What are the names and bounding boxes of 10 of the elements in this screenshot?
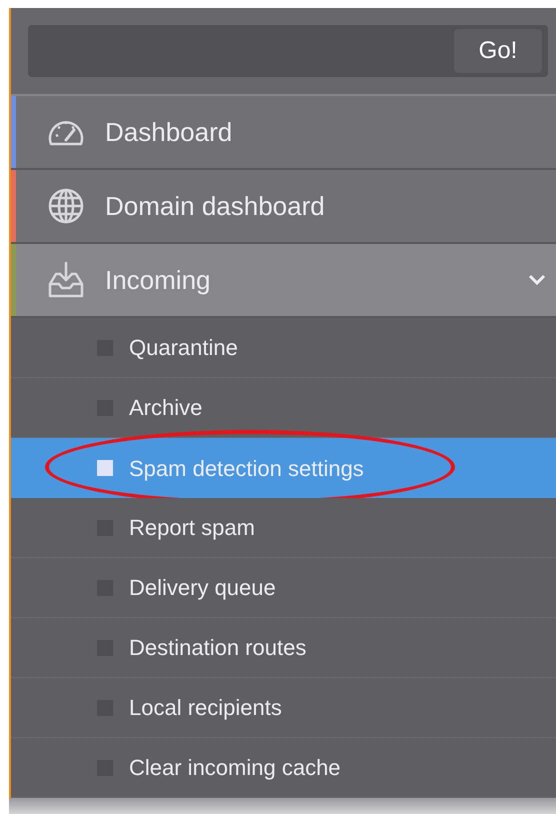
globe-icon bbox=[46, 186, 86, 226]
menu-item[interactable]: Incoming bbox=[11, 244, 556, 318]
bullet-square-icon bbox=[97, 460, 113, 476]
go-button[interactable]: Go! bbox=[454, 29, 542, 73]
search-field[interactable]: Go! bbox=[28, 25, 548, 77]
inbox-download-icon bbox=[46, 260, 86, 300]
menu-item[interactable]: Dashboard bbox=[11, 96, 556, 170]
chevron-down-icon bbox=[528, 274, 546, 286]
menu-item[interactable]: Domain dashboard bbox=[11, 170, 556, 244]
submenu-item[interactable]: Report spam bbox=[11, 498, 556, 558]
